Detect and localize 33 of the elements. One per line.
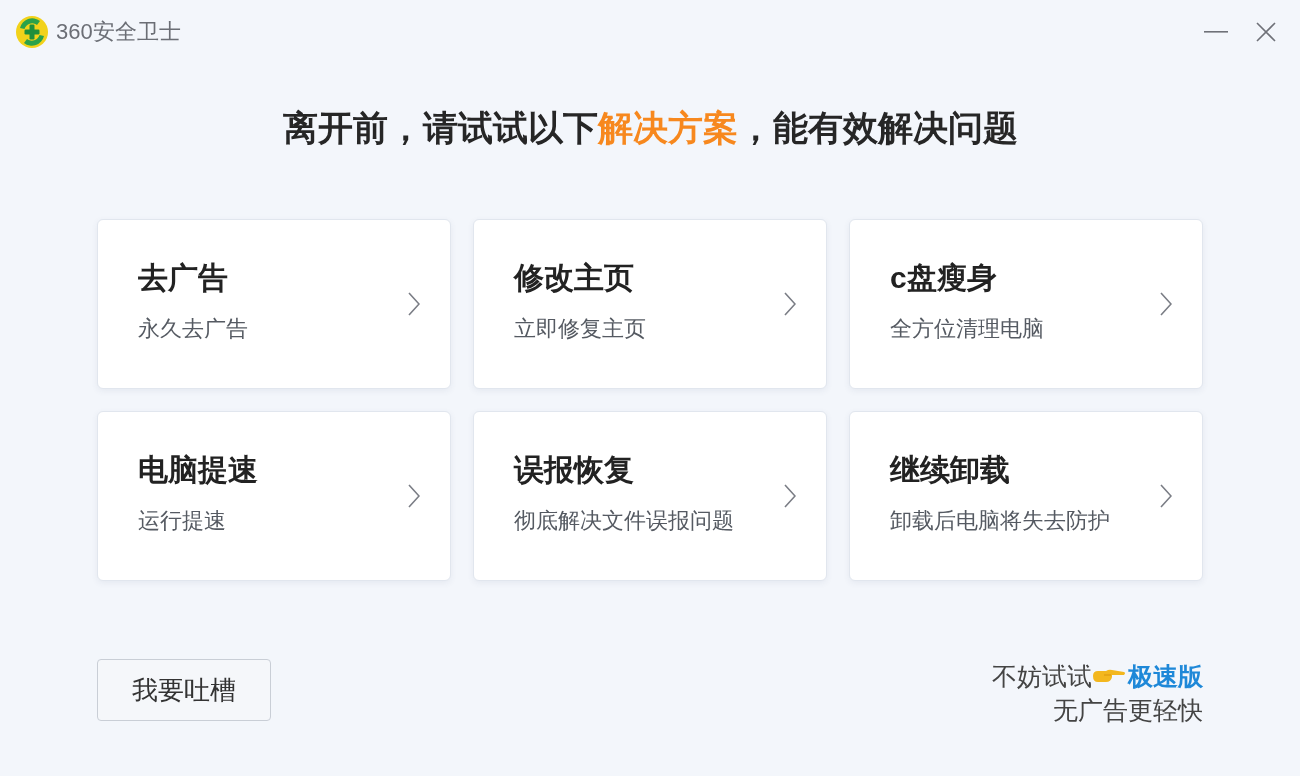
card-description: 全方位清理电脑 [890, 316, 1044, 342]
chevron-right-icon [784, 484, 796, 508]
card-description: 永久去广告 [138, 316, 248, 342]
card-description: 运行提速 [138, 508, 227, 534]
card-title: 继续卸载 [890, 454, 1011, 486]
card-title: c盘瘦身 [890, 262, 998, 294]
window-title: 360安全卫士 [56, 21, 181, 43]
card-description: 彻底解决文件误报问题 [514, 508, 734, 534]
solution-card[interactable]: 继续卸载 卸载后电脑将失去防护 [849, 411, 1203, 581]
pointing-hand-icon [1092, 668, 1126, 684]
card-description: 卸载后电脑将失去防护 [890, 508, 1110, 534]
chevron-right-icon [1160, 292, 1172, 316]
card-title: 电脑提速 [138, 454, 258, 486]
card-title: 误报恢复 [514, 454, 635, 486]
chevron-right-icon [1160, 484, 1172, 508]
card-title: 去广告 [138, 262, 229, 294]
solution-card[interactable]: 修改主页 立即修复主页 [473, 219, 827, 389]
solution-card[interactable]: 误报恢复 彻底解决文件误报问题 [473, 411, 827, 581]
promo-prompt: 不妨试试 [992, 661, 1092, 691]
solution-card[interactable]: 去广告 永久去广告 [97, 219, 451, 389]
headline: 离开前，请试试以下解决方案，能有效解决问题 [282, 108, 1018, 148]
minimize-icon [1204, 31, 1228, 33]
chevron-right-icon [408, 484, 420, 508]
app-logo-icon [16, 16, 48, 48]
solution-card[interactable]: c盘瘦身 全方位清理电脑 [849, 219, 1203, 389]
card-title: 修改主页 [514, 262, 635, 294]
solution-card[interactable]: 电脑提速 运行提速 [97, 411, 451, 581]
chevron-right-icon [408, 292, 420, 316]
chevron-right-icon [784, 292, 796, 316]
card-description: 立即修复主页 [514, 316, 646, 342]
close-icon [1256, 22, 1276, 42]
feedback-button[interactable]: 我要吐槽 [97, 659, 271, 721]
promo-tagline: 无广告更轻快 [1053, 695, 1203, 725]
